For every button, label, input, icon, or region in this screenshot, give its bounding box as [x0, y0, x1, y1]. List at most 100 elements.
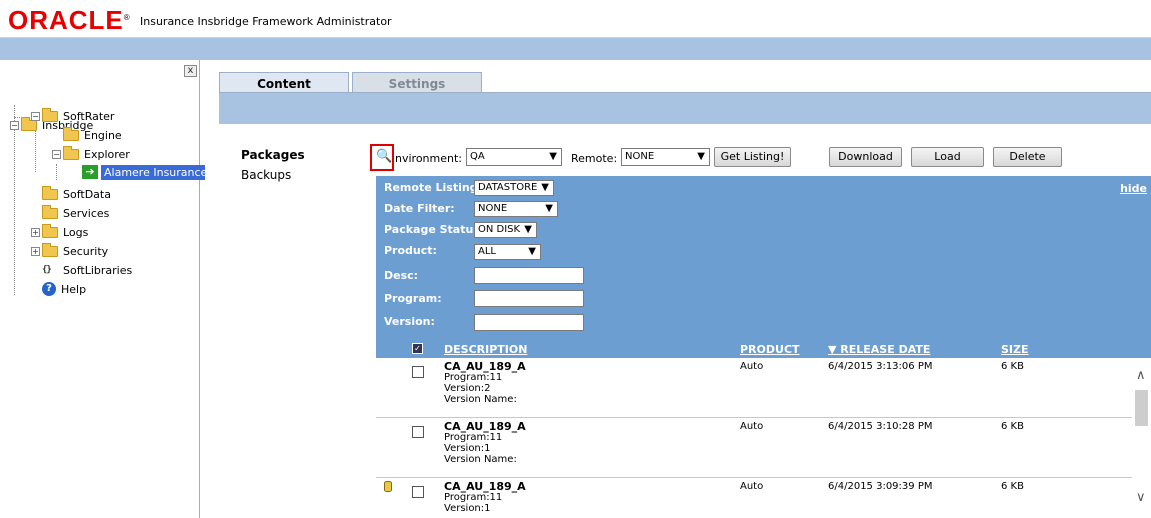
remote-value: NONE: [625, 151, 655, 162]
row-checkbox[interactable]: [412, 366, 424, 378]
delete-button[interactable]: Delete: [993, 147, 1062, 167]
date-filter-label: Date Filter:: [384, 202, 455, 215]
product-label: Product:: [384, 244, 437, 257]
list-scrollbar[interactable]: ∧ ∨: [1132, 358, 1151, 518]
version-label: Version:: [384, 315, 435, 328]
package-version-name: Version Name:: [444, 394, 517, 405]
navigation-tree-panel: x − Insbridge − SoftRater Engine − Explo…: [4, 60, 211, 518]
environment-value: QA: [470, 151, 485, 162]
expand-icon[interactable]: +: [31, 246, 40, 256]
row-checkbox[interactable]: [412, 486, 424, 498]
app-title: Insurance Insbridge Framework Administra…: [140, 15, 392, 28]
package-product: Auto: [740, 361, 764, 372]
table-row[interactable]: CA_AU_189_A Program:11 Version:1 Auto 6/…: [376, 478, 1132, 518]
tree-item-services[interactable]: Services: [42, 204, 109, 222]
chevron-down-icon: ▼: [528, 246, 536, 257]
tree-item-label: SoftRater: [63, 109, 115, 123]
remote-listing-value: DATASTORE: [478, 182, 538, 193]
tree-item-logs[interactable]: + Logs: [31, 223, 88, 241]
package-program: Program:11: [444, 432, 503, 443]
package-version-name: Version Name:: [444, 454, 517, 465]
hide-link[interactable]: hide: [1120, 182, 1147, 195]
tree-item-alamere-insurance[interactable]: ➔ Alamere Insurance: [82, 163, 211, 181]
tree-item-explorer[interactable]: − Explorer: [52, 145, 130, 163]
product-select[interactable]: ALL ▼: [474, 244, 541, 260]
column-header-size[interactable]: SIZE: [1001, 343, 1029, 356]
tree-item-softdata[interactable]: SoftData: [42, 185, 111, 203]
column-header-release-date[interactable]: ▼ RELEASE DATE: [828, 343, 930, 356]
tree-item-help[interactable]: ? Help: [42, 280, 86, 298]
package-size: 6 KB: [1001, 481, 1024, 492]
package-status-label: Package Status:: [384, 223, 485, 236]
tree-item-softlibraries[interactable]: {} SoftLibraries: [42, 261, 132, 279]
folder-icon: [42, 107, 58, 122]
collapse-icon[interactable]: −: [31, 111, 40, 121]
package-description: CA_AU_189_A Program:11 Version:1: [444, 481, 526, 514]
collapse-icon[interactable]: −: [52, 149, 61, 159]
expand-icon[interactable]: +: [31, 227, 40, 237]
tree-connector: [56, 164, 57, 180]
folder-icon: [42, 204, 58, 219]
logo-text: ORACLE: [8, 5, 124, 35]
scroll-up-icon[interactable]: ∧: [1136, 368, 1146, 383]
remote-label: Remote:: [571, 152, 618, 165]
tree-item-engine[interactable]: Engine: [63, 126, 122, 144]
remote-select[interactable]: NONE ▼: [621, 148, 710, 166]
close-panel-button[interactable]: x: [184, 65, 197, 77]
tree-item-softrater[interactable]: − SoftRater: [31, 107, 114, 125]
date-filter-select[interactable]: NONE ▼: [474, 201, 558, 217]
tree-item-security[interactable]: + Security: [31, 242, 108, 260]
package-status-select[interactable]: ON DISK ▼: [474, 222, 537, 238]
tree-item-label: Engine: [84, 128, 122, 142]
package-list: CA_AU_189_A Program:11 Version:2 Version…: [376, 358, 1132, 518]
environment-label: nvironment:: [395, 152, 462, 165]
package-version: Version:1: [444, 503, 491, 514]
header-bar: [0, 38, 1151, 60]
column-header-product[interactable]: PRODUCT: [740, 343, 800, 356]
column-header-description[interactable]: DESCRIPTION: [444, 343, 527, 356]
nav-packages[interactable]: Packages: [241, 148, 305, 162]
app-header: ORACLE® Insurance Insbridge Framework Ad…: [0, 0, 1151, 38]
chevron-down-icon: ▼: [697, 151, 705, 162]
package-product: Auto: [740, 481, 764, 492]
tree-item-label: Logs: [63, 225, 89, 239]
search-button[interactable]: 🔍: [370, 144, 394, 171]
select-all-checkbox[interactable]: ✓: [412, 343, 423, 354]
nav-backups[interactable]: Backups: [241, 168, 291, 182]
collapse-icon[interactable]: −: [10, 120, 19, 130]
oracle-logo: ORACLE®: [8, 7, 131, 33]
package-name: CA_AU_189_A: [444, 360, 526, 373]
environment-select[interactable]: QA ▼: [466, 148, 562, 166]
library-icon: {}: [42, 265, 52, 275]
package-name: CA_AU_189_A: [444, 420, 526, 433]
package-program: Program:11: [444, 372, 503, 383]
package-size: 6 KB: [1001, 421, 1024, 432]
scroll-down-icon[interactable]: ∨: [1136, 490, 1146, 505]
package-description: CA_AU_189_A Program:11 Version:1 Version…: [444, 421, 526, 465]
tree-item-label: SoftLibraries: [63, 263, 133, 277]
package-release-date: 6/4/2015 3:09:39 PM: [828, 481, 933, 492]
download-button[interactable]: Download: [829, 147, 902, 167]
date-filter-value: NONE: [478, 203, 508, 214]
package-status-value: ON DISK: [478, 224, 521, 235]
load-button[interactable]: Load: [911, 147, 984, 167]
table-row[interactable]: CA_AU_189_A Program:11 Version:2 Version…: [376, 358, 1132, 418]
table-row[interactable]: CA_AU_189_A Program:11 Version:1 Version…: [376, 418, 1132, 478]
package-release-date: 6/4/2015 3:13:06 PM: [828, 361, 933, 372]
package-product: Auto: [740, 421, 764, 432]
get-listing-button[interactable]: Get Listing!: [714, 147, 791, 167]
folder-icon: [63, 126, 79, 141]
package-version: Version:2: [444, 383, 491, 394]
program-input[interactable]: [474, 290, 584, 307]
folder-icon: [42, 185, 58, 200]
tree-item-label: Alamere Insurance: [101, 164, 211, 180]
version-input[interactable]: [474, 314, 584, 331]
remote-listing-select[interactable]: DATASTORE ▼: [474, 180, 554, 196]
desc-input[interactable]: [474, 267, 584, 284]
package-program: Program:11: [444, 492, 503, 503]
row-checkbox[interactable]: [412, 426, 424, 438]
logo-registered-mark: ®: [123, 13, 131, 22]
folder-icon: [63, 145, 79, 160]
scroll-thumb[interactable]: [1135, 390, 1148, 426]
folder-icon: [42, 223, 58, 238]
